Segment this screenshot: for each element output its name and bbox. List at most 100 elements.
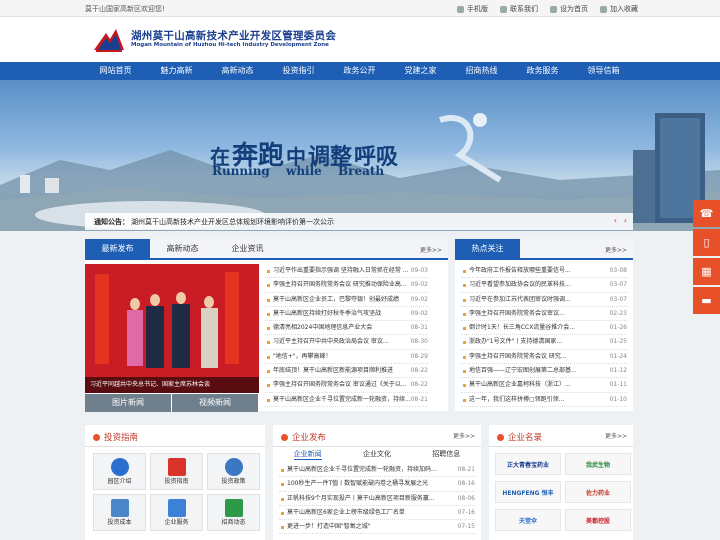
list-item[interactable]: 莫干山高新区企业千寻位置完成新一轮融资，持续... 08-21 <box>265 393 428 407</box>
item-date: 01-25 <box>609 338 627 346</box>
notice-link[interactable]: 湖州莫干山高新技术产业开发区总体规划环境影响评价第一次公示 <box>131 217 334 227</box>
chevron-right-icon[interactable]: › <box>624 216 627 225</box>
item-date: 08-21 <box>457 466 475 473</box>
main-nav: 网站首页 魅力高新 高新动态 投资指引 政务公开 党建之家 招商热线 政务服务 … <box>0 62 720 80</box>
nav-mailbox[interactable]: 领导信箱 <box>573 62 634 80</box>
favorite-link[interactable]: 加入收藏 <box>600 4 638 14</box>
list-item[interactable]: 这一年，我们这样拼搏▢领跑引领... 01-10 <box>461 393 627 407</box>
tab-enterprise-news[interactable]: 企业新闻 <box>293 449 322 460</box>
list-item[interactable]: 倒计时1天！长三角CCX流量谷推介会... 01-26 <box>461 321 627 336</box>
item-title: 德清亮相2024中国地理信息产业大会 <box>273 324 373 332</box>
list-item[interactable]: 习近平看望参加政协会议的民革科技... 03-07 <box>461 278 627 293</box>
hot-list: 今年政府工作报告释放哪些重要信号... 03-08 习近平看望参加政协会议的民革科技… <box>461 264 627 407</box>
nav-home[interactable]: 网站首页 <box>85 62 146 80</box>
tab-latest[interactable]: 最新发布 <box>85 239 150 258</box>
contact-link[interactable]: 联系我们 <box>500 4 538 14</box>
hot-more-link[interactable]: 更多>> <box>605 245 627 254</box>
news-list: 习近平作出重要指示强调 坚持融入日常抓在经常 ... 09-03 李强主持召开国务院… <box>265 264 428 407</box>
brand-logo[interactable]: 正大青春宝药业 <box>495 453 561 475</box>
item-title: 100秒生产一件T恤丨数智赋能破内卷之桶寻发展之光 <box>287 480 429 488</box>
list-item[interactable]: 更进一步！打造中国"智氧之城" 07-15 <box>279 520 475 535</box>
nav-gov-service[interactable]: 政务服务 <box>512 62 573 80</box>
list-item[interactable]: 地信百强——辽宁宏图创展第二总部基... 01-12 <box>461 364 627 379</box>
banner-slogan-en: Running while Breath <box>212 164 385 178</box>
hero-banner[interactable]: 在 奔跑 中 调整 呼吸 Running while Breath <box>0 80 720 231</box>
invest-title: 投资指南 <box>104 433 139 443</box>
item-title: 习近平主持召开中共中央政治局会议 审议... <box>273 338 389 346</box>
list-item[interactable]: 李强主持召开国务院常务会议 研究... 01-24 <box>461 350 627 365</box>
list-item[interactable]: 正帆科技9个月实现投产丨莫干山高新区项目新服务赢... 08-06 <box>279 492 475 506</box>
tab-dynamics[interactable]: 高新动态 <box>150 239 215 258</box>
nav-news[interactable]: 高新动态 <box>207 62 268 80</box>
mobile-link[interactable]: 手机版 <box>457 4 488 14</box>
nav-invest[interactable]: 投资指引 <box>268 62 329 80</box>
nav-charm[interactable]: 魅力高新 <box>146 62 207 80</box>
item-date: 08-06 <box>457 494 475 502</box>
list-item[interactable]: 李强主持召开国务院常务会议审议... 02-23 <box>461 307 627 322</box>
list-item[interactable]: 浙政办"1号文件"丨支持德清国家... 01-25 <box>461 335 627 350</box>
enterprise-service-tile[interactable]: 企业服务 <box>150 494 203 531</box>
list-item[interactable]: "地信+"，再攀高峰！ 08-29 <box>265 350 428 365</box>
list-item[interactable]: 莫干山高新区6家企业上榜市级绿色工厂名单 07-16 <box>279 506 475 521</box>
chevron-left-icon[interactable]: ‹ <box>614 216 617 225</box>
list-item[interactable]: 莫干山高新区企业千寻位置完成新一轮融资，持续加码... 08-21 <box>279 463 475 478</box>
brand-logo[interactable]: 美都控股 <box>565 509 631 531</box>
item-date: 03-07 <box>609 281 627 289</box>
brand-logo[interactable]: 佐力药业 <box>565 481 631 503</box>
invest-guide-tile[interactable]: 投资指南 <box>150 453 203 490</box>
bullet-icon <box>497 433 504 441</box>
enterprise-header: 企业发布 <box>273 425 481 447</box>
item-title: 莫干山高新区企业嘉柯科技（浙江）... <box>469 381 571 389</box>
list-item[interactable]: 李强主持召开国务院常务会议 研究推动保险业高... 09-02 <box>265 278 428 293</box>
invest-policy-tile[interactable]: 投资政策 <box>207 453 260 490</box>
brand-logo[interactable]: HENGFENG 恒丰 <box>495 481 561 503</box>
item-title: 莫干山高新区持续打好秋冬季治气攻坚战 <box>273 309 382 317</box>
set-homepage-link[interactable]: 设为首页 <box>550 4 588 14</box>
bullet-icon <box>93 433 100 441</box>
site-logo[interactable] <box>92 23 126 53</box>
list-item[interactable]: 莫干山高新区企业员工，巴黎夺银！创最好成绩 09-02 <box>265 293 428 307</box>
bar-chart-icon <box>225 499 243 517</box>
news-more-link[interactable]: 更多>> <box>420 245 442 254</box>
item-date: 03-07 <box>609 295 627 303</box>
tab-recruitment[interactable]: 招聘信息 <box>432 449 460 460</box>
phone-icon[interactable]: ☎ <box>693 200 720 227</box>
tab-enterprise-culture[interactable]: 企业文化 <box>363 449 391 460</box>
enterprise-more-link[interactable]: 更多>> <box>453 431 475 440</box>
list-item[interactable]: 习近平在参加江苏代表团审议时强调... 03-07 <box>461 293 627 307</box>
news-photo[interactable]: 习近平同越共中央总书记、国家主席苏林会谈 <box>85 264 259 393</box>
item-date: 07-15 <box>457 523 475 531</box>
list-item[interactable]: 习近平主持召开中共中央政治局会议 审议... 08-30 <box>265 335 428 350</box>
side-toolbar: ☎ ▯ ▦ ▬ <box>693 200 720 316</box>
flag-icon <box>168 458 186 476</box>
list-item[interactable]: 莫干山高新区企业嘉柯科技（浙江）... 01-11 <box>461 378 627 393</box>
brand-logo[interactable]: 我武生物 <box>565 453 631 475</box>
list-item[interactable]: 莫干山高新区持续打好秋冬季治气攻坚战 09-02 <box>265 307 428 322</box>
qrcode-icon[interactable]: ▦ <box>693 258 720 285</box>
list-item[interactable]: 李强主持召开国务院常务会议 审议通过《关于以... 08-22 <box>265 378 428 393</box>
business-news-tile[interactable]: 招商动态 <box>207 494 260 531</box>
list-item[interactable]: 年底结顶！莫干山高新区新能源项目顺利推进 08-22 <box>265 364 428 379</box>
park-intro-tile[interactable]: 园区介绍 <box>93 453 146 490</box>
invest-grid: 园区介绍 投资指南 投资政策 投资成本 企业服务 招商动态 <box>93 453 260 531</box>
list-item[interactable]: 德清亮相2024中国地理信息产业大会 08-31 <box>265 321 428 336</box>
nav-party[interactable]: 党建之家 <box>390 62 451 80</box>
photo-news-button[interactable]: 图片新闻 <box>85 394 171 412</box>
list-item[interactable]: 习近平作出重要指示强调 坚持融入日常抓在经常 ... 09-03 <box>265 264 428 279</box>
invest-cost-tile[interactable]: 投资成本 <box>93 494 146 531</box>
list-item[interactable]: 今年政府工作报告释放哪些重要信号... 03-08 <box>461 264 627 279</box>
list-item[interactable]: 100秒生产一件T恤丨数智赋能破内卷之桶寻发展之光 08-16 <box>279 477 475 492</box>
video-news-button[interactable]: 视频新闻 <box>172 394 258 412</box>
back-to-top-icon[interactable]: ▬ <box>693 287 720 314</box>
nav-business-hotline[interactable]: 招商热线 <box>451 62 512 80</box>
item-date: 08-22 <box>410 367 428 375</box>
item-date: 08-16 <box>457 480 475 488</box>
nav-gov-affairs[interactable]: 政务公开 <box>329 62 390 80</box>
tab-hot[interactable]: 热点关注 <box>455 239 520 258</box>
contact-icon <box>500 5 507 13</box>
brand-logo[interactable]: 天堂伞 <box>495 509 561 531</box>
mobile-icon[interactable]: ▯ <box>693 229 720 256</box>
brand-logos: 正大青春宝药业 我武生物 HENGFENG 恒丰 佐力药业 天堂伞 美都控股 <box>495 453 631 531</box>
tab-enterprise-news[interactable]: 企业资讯 <box>215 239 280 258</box>
directory-more-link[interactable]: 更多>> <box>605 431 627 440</box>
